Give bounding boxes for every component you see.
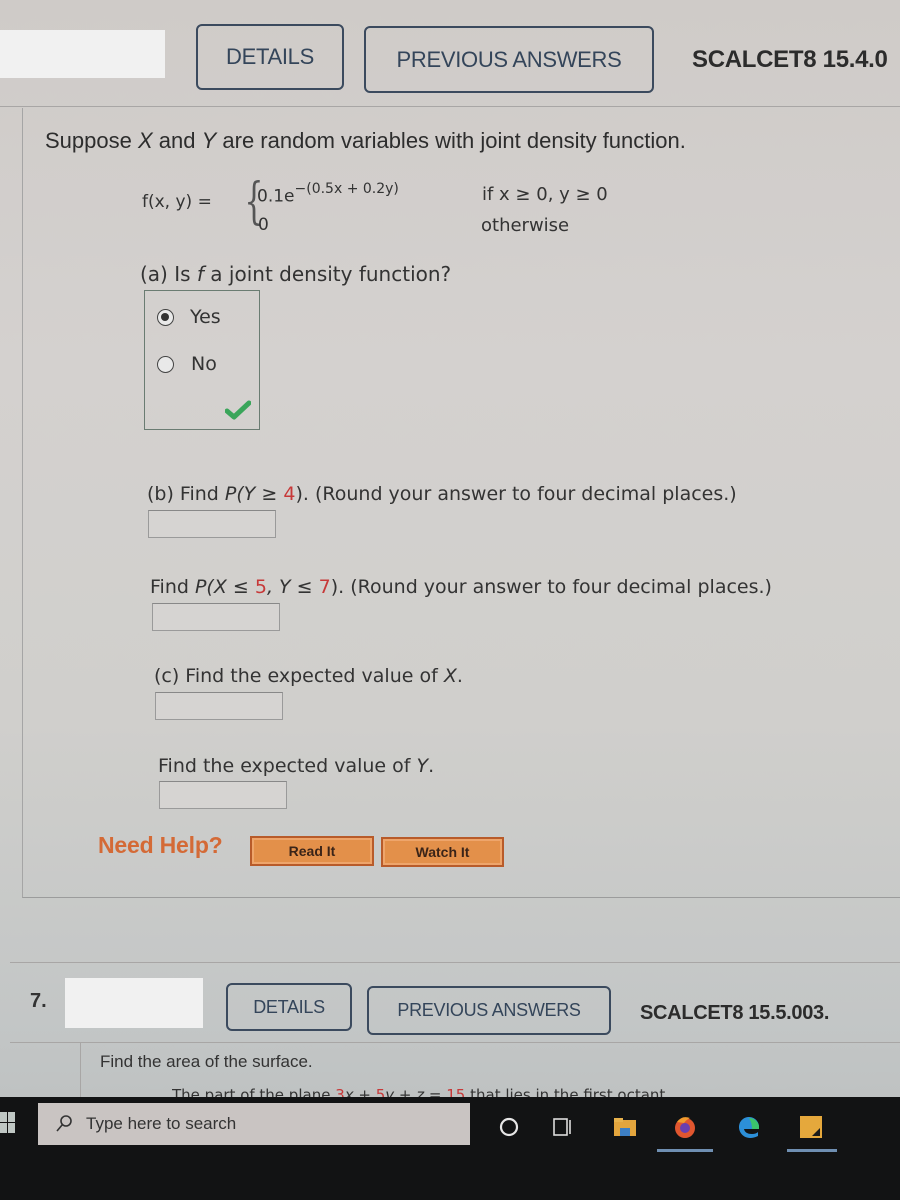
redacted-question-7-points: [65, 978, 203, 1028]
part-a-prompt: (a) Is f a joint density function?: [140, 262, 451, 286]
taskbar-search-box[interactable]: Type here to search: [38, 1103, 470, 1145]
part-b-q2-expr: P(X ≤: [194, 576, 255, 598]
part-c-q1-prefix: (c) Find the expected value of: [154, 665, 444, 687]
q7-header-divider: [10, 1042, 900, 1043]
header-divider: [0, 106, 900, 107]
correct-check-icon: [225, 400, 251, 420]
part-b-q1-num: 4: [283, 483, 296, 505]
part-b-q1-prefix: (b) Find: [147, 483, 225, 505]
part-b-q2-num1: 5: [254, 576, 267, 598]
case2-value: 0: [258, 215, 269, 235]
q7-prompt: Find the area of the surface.: [100, 1052, 313, 1071]
watch-it-label: Watch It: [415, 844, 470, 860]
watch-it-button[interactable]: Watch It: [381, 837, 504, 867]
part-c-q2: Find the expected value of Y.: [158, 755, 434, 777]
part-a-var: f: [196, 262, 204, 286]
q7-panel-left-edge: [80, 1042, 81, 1100]
part-a-suffix: a joint density function?: [203, 262, 452, 286]
case1-coefficient: 0.1e: [257, 186, 295, 207]
radio-no[interactable]: [157, 356, 174, 373]
firefox-icon[interactable]: [672, 1114, 698, 1140]
search-placeholder: Type here to search: [86, 1114, 237, 1133]
screen: DETAILS PREVIOUS ANSWERS SCALCET8 15.4.0…: [0, 0, 900, 1200]
part-c-q2-prefix: Find the expected value of: [158, 755, 417, 777]
file-explorer-icon[interactable]: [612, 1114, 638, 1140]
p-x-le-5-y-le-7-input[interactable]: [152, 603, 280, 631]
sticky-app-active-indicator: [787, 1149, 837, 1152]
q7-previous-answers-button[interactable]: PREVIOUS ANSWERS: [367, 986, 611, 1035]
part-b-q1-expr-end: ): [295, 483, 303, 505]
redacted-question-number: [0, 30, 165, 78]
part-b-q1-suffix: . (Round your answer to four decimal pla…: [302, 483, 737, 505]
read-it-button[interactable]: Read It: [250, 836, 374, 866]
expected-x-input[interactable]: [155, 692, 283, 720]
part-a-prefix: (a) Is: [140, 262, 197, 286]
part-b-q2-num2: 7: [318, 576, 331, 598]
part-b-q2-mid: , Y ≤: [266, 576, 319, 598]
var-y: Y: [201, 128, 217, 153]
expected-y-input[interactable]: [159, 781, 287, 809]
radio-yes-label[interactable]: Yes: [190, 306, 221, 328]
part-b-q2: Find P(X ≤ 5, Y ≤ 7). (Round your answer…: [150, 576, 772, 598]
var-x: X: [137, 128, 153, 153]
q7-problem-code: SCALCET8 15.5.003.: [640, 1002, 830, 1024]
details-button[interactable]: DETAILS: [196, 24, 344, 90]
cortana-icon[interactable]: [496, 1114, 522, 1140]
previous-answers-label: PREVIOUS ANSWERS: [396, 46, 622, 72]
q7-details-label: DETAILS: [253, 996, 325, 1017]
problem-code: SCALCET8 15.4.0: [692, 46, 888, 73]
previous-answers-button[interactable]: PREVIOUS ANSWERS: [364, 26, 654, 93]
part-c-q1-end: .: [456, 665, 463, 687]
part-b-q2-prefix: Find: [150, 576, 195, 598]
intro-and: and: [152, 128, 202, 153]
case1-exponent: −(0.5x + 0.2y): [294, 181, 399, 197]
part-b-q1: (b) Find P(Y ≥ 4). (Round your answer to…: [147, 483, 737, 505]
q7-details-button[interactable]: DETAILS: [226, 983, 352, 1031]
case1-condition: if x ≥ 0, y ≥ 0: [482, 184, 608, 205]
intro-prefix: Suppose: [45, 128, 138, 153]
q7-previous-answers-label: PREVIOUS ANSWERS: [397, 1000, 581, 1020]
q7-top-divider: [10, 962, 900, 963]
need-help-label: Need Help?: [98, 832, 223, 858]
sticky-app-icon[interactable]: [798, 1114, 824, 1140]
part-c-q1: (c) Find the expected value of X.: [154, 665, 463, 687]
question-7-number: 7.: [30, 990, 47, 1012]
part-b-q2-suffix: . (Round your answer to four decimal pla…: [338, 576, 772, 598]
read-it-label: Read It: [288, 843, 336, 859]
edge-icon[interactable]: [736, 1114, 762, 1140]
part-b-q1-expr: P(Y ≥: [224, 483, 284, 505]
case1-value: 0.1e−(0.5x + 0.2y): [257, 181, 399, 207]
details-label: DETAILS: [226, 44, 314, 69]
radio-yes[interactable]: [157, 309, 174, 326]
firefox-active-indicator: [657, 1149, 713, 1152]
search-icon: [56, 1115, 72, 1132]
part-c-q1-var: X: [443, 665, 457, 687]
case2-condition: otherwise: [481, 215, 570, 236]
task-view-icon[interactable]: [550, 1114, 576, 1140]
windows-start-icon[interactable]: [0, 1110, 16, 1136]
intro-text: Suppose X and Y are random variables wit…: [45, 128, 686, 154]
radio-no-label[interactable]: No: [191, 353, 217, 375]
part-c-q2-end: .: [428, 755, 435, 777]
part-c-q2-var: Y: [416, 755, 429, 777]
function-lhs: f(x, y) =: [142, 192, 212, 212]
intro-suffix: are random variables with joint density …: [216, 128, 686, 153]
p-y-ge-4-input[interactable]: [148, 510, 276, 538]
